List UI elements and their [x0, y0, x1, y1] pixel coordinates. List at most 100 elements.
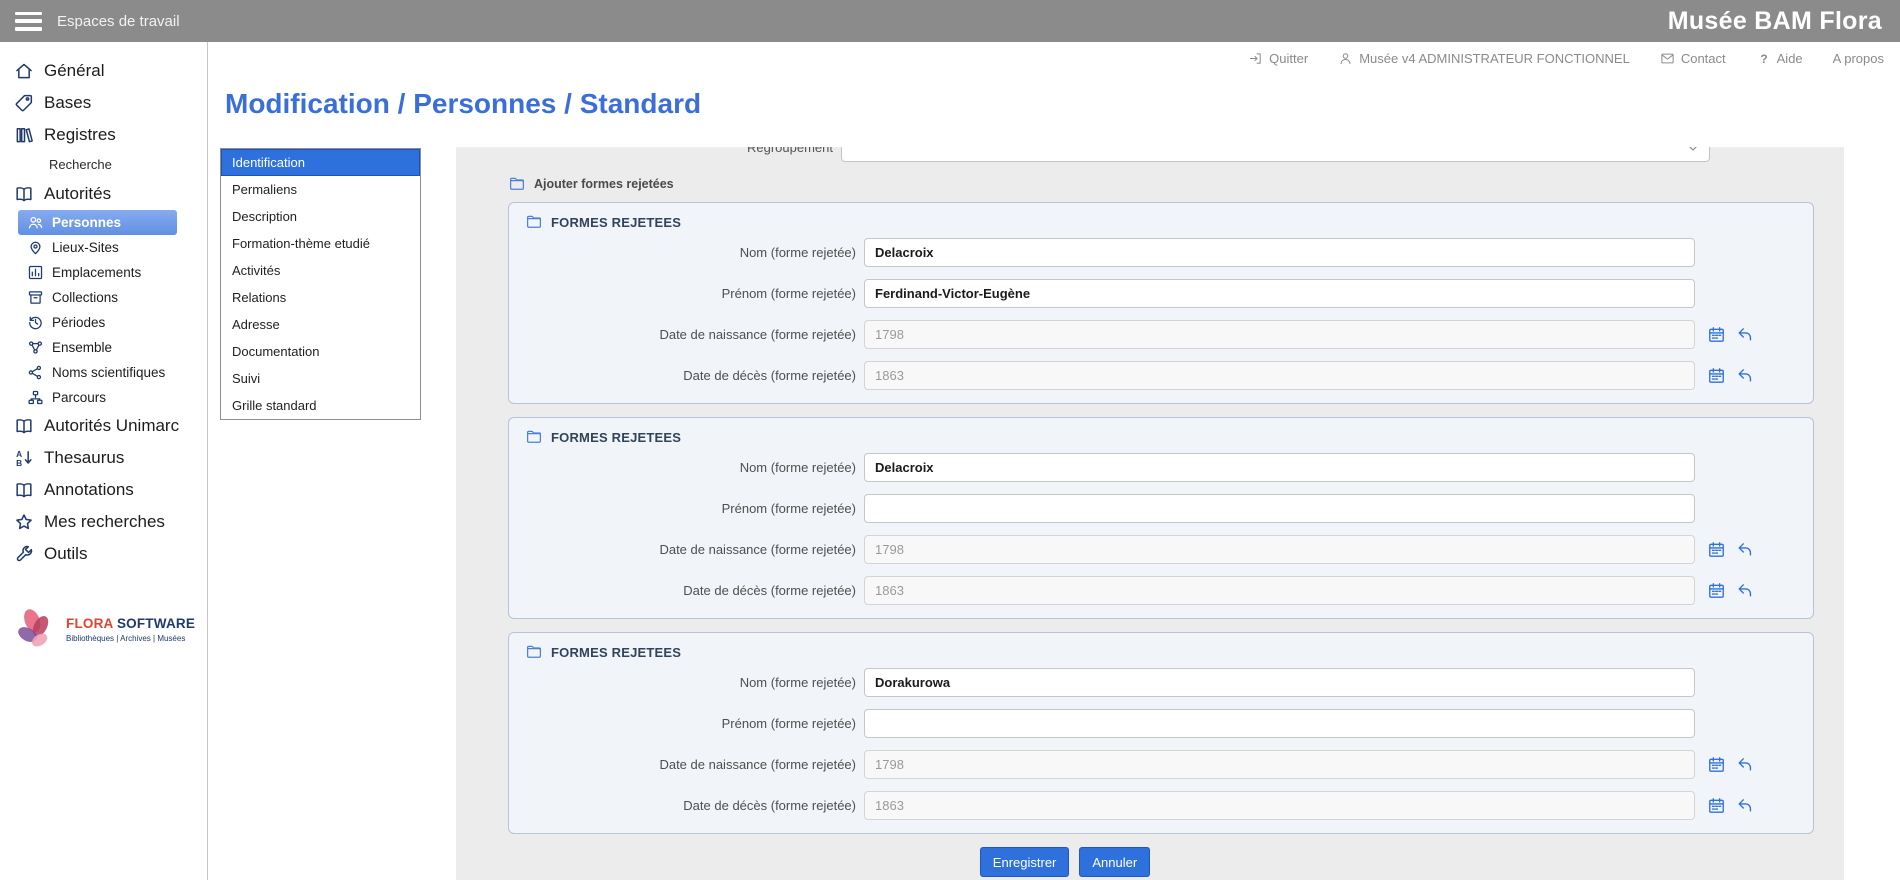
field-row-naissance: Date de naissance (forme rejetée)	[525, 320, 1797, 349]
userbar-aide[interactable]: ?Aide	[1756, 51, 1803, 66]
cancel-button[interactable]: Annuler	[1079, 847, 1150, 877]
sidebar-item-registres[interactable]: Registres	[0, 119, 207, 151]
cluster-icon	[27, 339, 44, 356]
revert-button[interactable]	[1735, 581, 1754, 600]
add-formes-rejetees[interactable]: Ajouter formes rejetées	[508, 175, 1844, 193]
svg-text:B: B	[16, 458, 22, 468]
tab-formation-theme-etudie[interactable]: Formation-thème etudié	[221, 230, 420, 257]
tab-adresse[interactable]: Adresse	[221, 311, 420, 338]
save-button[interactable]: Enregistrer	[980, 847, 1070, 877]
date-picker-button[interactable]	[1707, 540, 1726, 559]
userbar-a-propos[interactable]: A propos	[1833, 51, 1884, 66]
tab-grille-standard[interactable]: Grille standard	[221, 392, 420, 419]
sidebar-item-label: Périodes	[52, 315, 105, 330]
logo-brand-primary: FLORA	[66, 616, 113, 631]
date-picker-button[interactable]	[1707, 796, 1726, 815]
sidebar-item-label: Mes recherches	[44, 512, 165, 532]
form-scroll-area[interactable]: Regroupement Ajouter formes rejetées FOR…	[456, 147, 1844, 847]
naissance-input[interactable]	[864, 750, 1695, 779]
date-picker-button[interactable]	[1707, 366, 1726, 385]
hamburger-menu-icon[interactable]	[15, 12, 42, 31]
workspace-label: Espaces de travail	[57, 13, 180, 30]
sidebar-item-emplacements[interactable]: Emplacements	[18, 260, 207, 285]
revert-button[interactable]	[1735, 366, 1754, 385]
tab-relations[interactable]: Relations	[221, 284, 420, 311]
calendar-icon	[1707, 755, 1726, 774]
folder-icon	[525, 643, 543, 661]
field-label-deces: Date de décès (forme rejetée)	[525, 583, 856, 598]
formes-rejetees-list: FORMES REJETEES Nom (forme rejetée) Prén…	[456, 202, 1844, 834]
open-book-icon	[14, 480, 34, 500]
sidebar-item-autorites[interactable]: Autorités	[0, 178, 207, 210]
tab-description[interactable]: Description	[221, 203, 420, 230]
sidebar-item-label: Ensemble	[52, 340, 112, 355]
user-icon	[1338, 51, 1353, 66]
field-label-deces: Date de décès (forme rejetée)	[525, 368, 856, 383]
revert-button[interactable]	[1735, 755, 1754, 774]
nom-input[interactable]	[864, 668, 1695, 697]
prenom-input[interactable]	[864, 709, 1695, 738]
sidebar-item-recherche[interactable]: Recherche	[18, 151, 207, 178]
field-label-deces: Date de décès (forme rejetée)	[525, 798, 856, 813]
section-header: FORMES REJETEES	[525, 211, 1797, 233]
date-picker-button[interactable]	[1707, 581, 1726, 600]
sidebar-item-ensemble[interactable]: Ensemble	[18, 335, 207, 360]
nom-input[interactable]	[864, 238, 1695, 267]
userbar-musee-v4-administrateur-fonctionnel[interactable]: Musée v4 ADMINISTRATEUR FONCTIONNEL	[1338, 51, 1630, 66]
sidebar-item-periodes[interactable]: Périodes	[18, 310, 207, 335]
prenom-input[interactable]	[864, 494, 1695, 523]
regroupement-select[interactable]	[841, 147, 1710, 162]
help-icon: ?	[1756, 51, 1771, 66]
flora-logo-block: FLORA SOFTWARE Bibliothèques | Archives …	[12, 606, 207, 652]
undo-icon	[1735, 796, 1754, 815]
revert-button[interactable]	[1735, 540, 1754, 559]
sidebar-item-collections[interactable]: Collections	[18, 285, 207, 310]
tab-permaliens[interactable]: Permaliens	[221, 176, 420, 203]
sidebar-item-label: Thesaurus	[44, 448, 124, 468]
content-panel: Regroupement Ajouter formes rejetées FOR…	[456, 147, 1844, 880]
userbar-contact[interactable]: Contact	[1660, 51, 1726, 66]
deces-input[interactable]	[864, 576, 1695, 605]
add-formes-rejetees-label: Ajouter formes rejetées	[534, 177, 674, 191]
userbar-label: Quitter	[1269, 51, 1308, 66]
sort-letters-icon: AB	[14, 448, 34, 468]
open-book-icon	[14, 416, 34, 436]
sidebar-item-thesaurus[interactable]: AB Thesaurus	[0, 442, 207, 474]
logo-brand-secondary: SOFTWARE	[117, 616, 195, 631]
sidebar-item-annotations[interactable]: Annotations	[0, 474, 207, 506]
history-icon	[27, 314, 44, 331]
sidebar-item-autorites-unimarc[interactable]: Autorités Unimarc	[0, 410, 207, 442]
tab-documentation[interactable]: Documentation	[221, 338, 420, 365]
star-icon	[14, 512, 34, 532]
sidebar-item-personnes[interactable]: Personnes	[18, 210, 177, 235]
sidebar-item-general[interactable]: Général	[0, 55, 207, 87]
folder-icon	[525, 213, 543, 231]
sidebar-item-noms-scientifiques[interactable]: Noms scientifiques	[18, 360, 207, 385]
field-row-prenom: Prénom (forme rejetée)	[525, 494, 1797, 523]
date-picker-button[interactable]	[1707, 755, 1726, 774]
formes-rejetees-section: FORMES REJETEES Nom (forme rejetée) Prén…	[508, 202, 1814, 404]
prenom-input[interactable]	[864, 279, 1695, 308]
tab-activites[interactable]: Activités	[221, 257, 420, 284]
deces-input[interactable]	[864, 791, 1695, 820]
nom-input[interactable]	[864, 453, 1695, 482]
naissance-input[interactable]	[864, 320, 1695, 349]
userbar-quitter[interactable]: Quitter	[1248, 51, 1308, 66]
sidebar-item-parcours[interactable]: Parcours	[18, 385, 207, 410]
sidebar-item-lieux-sites[interactable]: Lieux-Sites	[18, 235, 207, 260]
logout-icon	[1248, 51, 1263, 66]
sidebar-item-mes-recherches[interactable]: Mes recherches	[0, 506, 207, 538]
folder-icon	[508, 175, 526, 193]
tab-suivi[interactable]: Suivi	[221, 365, 420, 392]
sidebar-item-bases[interactable]: Bases	[0, 87, 207, 119]
revert-button[interactable]	[1735, 796, 1754, 815]
sidebar-item-outils[interactable]: Outils	[0, 538, 207, 570]
main-area: Quitter Musée v4 ADMINISTRATEUR FONCTIONN…	[209, 42, 1900, 880]
section-header: FORMES REJETEES	[525, 641, 1797, 663]
deces-input[interactable]	[864, 361, 1695, 390]
naissance-input[interactable]	[864, 535, 1695, 564]
revert-button[interactable]	[1735, 325, 1754, 344]
date-picker-button[interactable]	[1707, 325, 1726, 344]
section-title: FORMES REJETEES	[551, 430, 681, 445]
tab-identification[interactable]: Identification	[221, 149, 420, 176]
